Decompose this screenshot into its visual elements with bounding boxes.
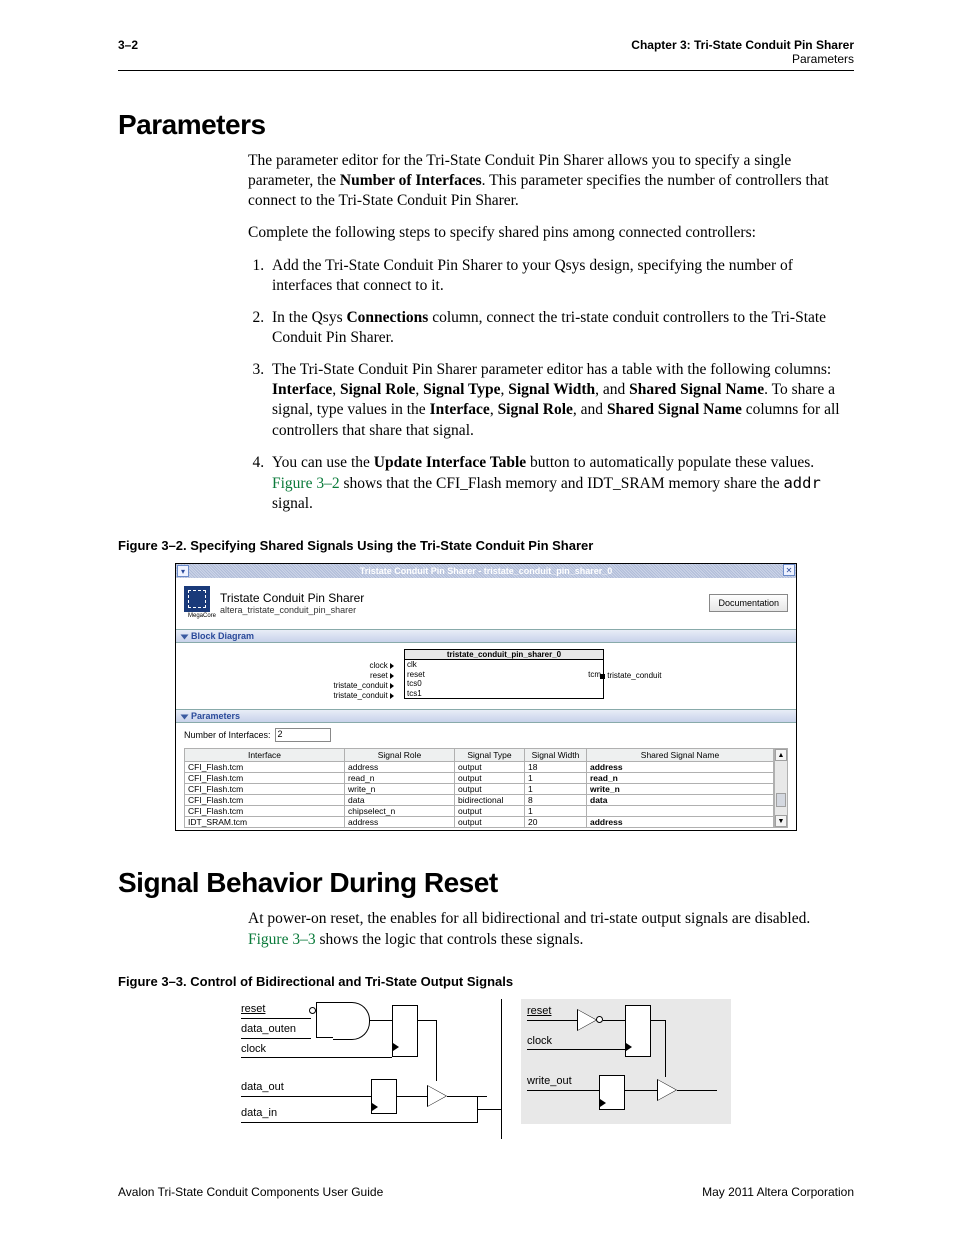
para-intro: The parameter editor for the Tri-State C… <box>248 151 854 211</box>
pin-sharer-window: ▾ Tristate Conduit Pin Sharer - tristate… <box>175 563 797 831</box>
scroll-thumb[interactable] <box>776 793 786 807</box>
step-3: The Tri-State Conduit Pin Sharer paramet… <box>268 360 854 441</box>
section-heading-parameters: Parameters <box>118 109 854 141</box>
block-diagram-area: clock reset tristate_conduit tristate_co… <box>176 643 796 709</box>
scroll-up-icon[interactable]: ▲ <box>775 749 787 761</box>
para-reset: At power-on reset, the enables for all b… <box>248 909 854 949</box>
figure-3-3-link[interactable]: Figure 3–3 <box>248 931 316 948</box>
section-heading-reset: Signal Behavior During Reset <box>118 867 854 899</box>
figure-3-2-link[interactable]: Figure 3–2 <box>272 475 340 492</box>
step-1: Add the Tri-State Conduit Pin Sharer to … <box>268 256 854 296</box>
label-reset-r: reset <box>527 1005 551 1017</box>
table-row[interactable]: CFI_Flash.tcmdatabidirectional8data <box>185 795 774 806</box>
scroll-down-icon[interactable]: ▼ <box>775 815 787 827</box>
step-2: In the Qsys Connections column, connect … <box>268 308 854 348</box>
col-signal-role: Signal Role <box>345 749 455 762</box>
label-clock-r: clock <box>527 1035 552 1047</box>
table-scrollbar[interactable]: ▲ ▼ <box>774 748 788 828</box>
num-interfaces-label: Number of Interfaces: <box>184 730 271 740</box>
header-rule <box>118 70 854 71</box>
col-signal-type: Signal Type <box>455 749 525 762</box>
block-diagram-box: tristate_conduit_pin_sharer_0 clk resett… <box>404 649 604 699</box>
figure-3-3-caption: Figure 3–3. Control of Bidirectional and… <box>118 974 854 989</box>
chevron-down-icon <box>181 634 189 639</box>
label-data-outen: data_outen <box>241 1023 296 1035</box>
page-number: 3–2 <box>118 38 138 52</box>
documentation-button[interactable]: Documentation <box>709 594 788 612</box>
chapter-subtitle: Parameters <box>792 52 854 66</box>
table-row[interactable]: CFI_Flash.tcmwrite_noutput1write_n <box>185 784 774 795</box>
col-shared-signal-name: Shared Signal Name <box>587 749 774 762</box>
parameters-section-bar[interactable]: Parameters <box>176 709 796 723</box>
component-title: Tristate Conduit Pin Sharer <box>220 591 364 605</box>
col-interface: Interface <box>185 749 345 762</box>
para-steps-intro: Complete the following steps to specify … <box>248 223 854 243</box>
label-reset: reset <box>241 1003 265 1015</box>
step-4: You can use the Update Interface Table b… <box>268 453 854 514</box>
chevron-down-icon <box>181 715 189 720</box>
component-subtitle: altera_tristate_conduit_pin_sharer <box>220 605 364 615</box>
label-data-out: data_out <box>241 1081 284 1093</box>
table-row[interactable]: CFI_Flash.tcmaddressoutput18address <box>185 762 774 773</box>
col-signal-width: Signal Width <box>525 749 587 762</box>
logic-diagram: reset data_outen clock data_out data_in <box>241 999 731 1139</box>
table-row[interactable]: CFI_Flash.tcmchipselect_noutput1 <box>185 806 774 817</box>
label-clock: clock <box>241 1043 266 1055</box>
signal-table[interactable]: Interface Signal Role Signal Type Signal… <box>184 748 774 828</box>
block-diagram-section-bar[interactable]: Block Diagram <box>176 629 796 643</box>
footer-left: Avalon Tri-State Conduit Components User… <box>118 1185 383 1199</box>
label-data-in: data_in <box>241 1107 277 1119</box>
table-row[interactable]: CFI_Flash.tcmread_noutput1read_n <box>185 773 774 784</box>
figure-3-2-caption: Figure 3–2. Specifying Shared Signals Us… <box>118 538 854 553</box>
table-row[interactable]: IDT_SRAM.tcmaddressoutput20address <box>185 817 774 828</box>
window-titlebar[interactable]: ▾ Tristate Conduit Pin Sharer - tristate… <box>176 564 796 578</box>
num-interfaces-input[interactable]: 2 <box>275 728 331 742</box>
window-title: Tristate Conduit Pin Sharer - tristate_c… <box>176 566 796 576</box>
close-icon[interactable]: ✕ <box>783 564 795 576</box>
label-write-out: write_out <box>527 1075 572 1087</box>
chapter-title: Chapter 3: Tri-State Conduit Pin Sharer <box>631 38 854 52</box>
megacore-logo-caption: MegaCore <box>184 613 220 619</box>
megacore-logo-icon <box>184 586 210 612</box>
footer-right: May 2011 Altera Corporation <box>702 1185 854 1199</box>
